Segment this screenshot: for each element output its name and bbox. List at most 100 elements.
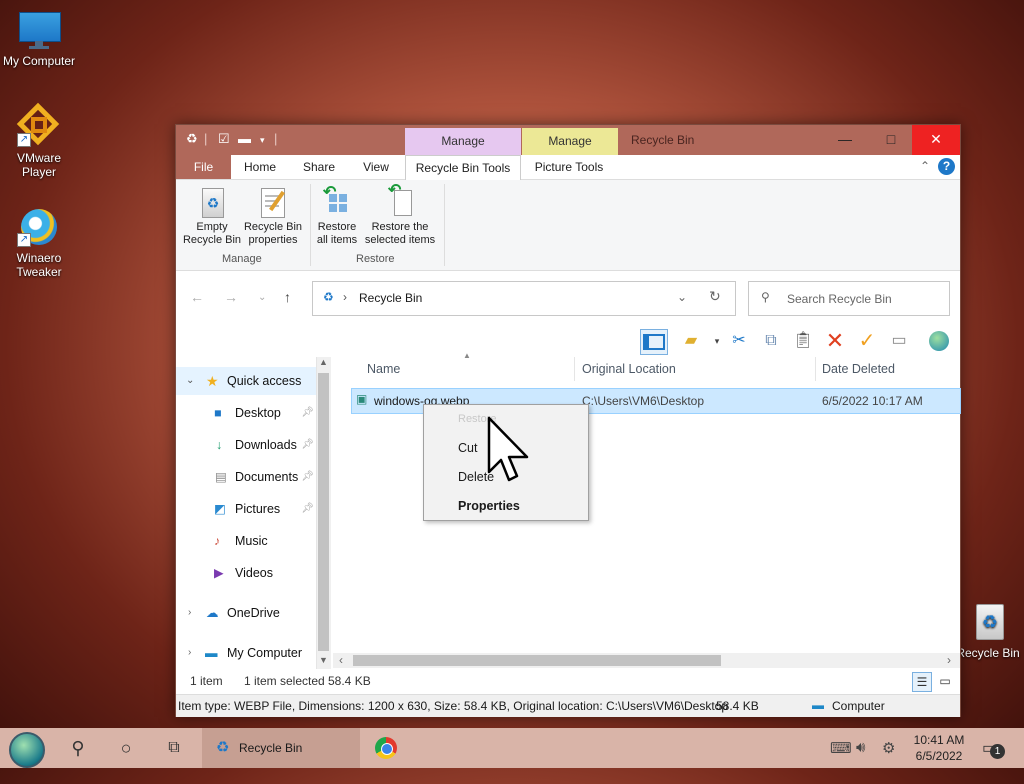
horizontal-scrollbar[interactable]: ‹ ›: [333, 653, 960, 668]
copy-icon[interactable]: ⧉: [758, 329, 784, 353]
tab-recycle-bin-tools[interactable]: Recycle Bin Tools: [405, 155, 521, 181]
maximize-button[interactable]: □: [868, 125, 914, 155]
address-dropdown-icon[interactable]: ⌄: [677, 290, 687, 304]
nav-label: My Computer: [227, 646, 303, 660]
close-button[interactable]: ✕: [912, 125, 960, 155]
nav-label: Desktop: [235, 406, 281, 420]
nav-pictures[interactable]: ◩ Pictures 📌︎: [176, 495, 316, 523]
properties-check-icon[interactable]: ☑: [218, 131, 230, 147]
pin-icon[interactable]: 📌︎: [301, 495, 314, 523]
help-icon[interactable]: ?: [938, 158, 955, 175]
up-arrow-icon[interactable]: ↑: [284, 289, 291, 305]
scroll-down-icon[interactable]: ▼: [319, 655, 328, 665]
details-bar: Item type: WEBP File, Dimensions: 1200 x…: [176, 694, 960, 717]
refresh-icon[interactable]: ↻: [709, 288, 721, 305]
hscroll-thumb[interactable]: [353, 655, 721, 666]
command-toolbar: ▰ ▾ ✂ ⧉ 📋︎ ✕ ✓ ▭: [176, 325, 960, 357]
tab-file[interactable]: File: [176, 155, 231, 179]
folder-check-icon[interactable]: ▰: [678, 329, 704, 353]
restore-selected-items-button[interactable]: ↶ Restore the selected items: [364, 183, 436, 247]
details-view-icon[interactable]: ☰: [912, 672, 932, 692]
chrome-icon[interactable]: [368, 728, 404, 768]
nav-scroll-thumb[interactable]: [318, 373, 329, 651]
tab-home[interactable]: Home: [232, 155, 288, 179]
task-view-icon[interactable]: ⧉: [154, 728, 194, 768]
collapse-ribbon-icon[interactable]: ⌃: [920, 159, 930, 173]
address-bar[interactable]: ♻ › Recycle Bin ⌄ ↻: [312, 281, 736, 316]
globe-icon[interactable]: [926, 329, 952, 353]
notification-center-button[interactable]: ▭ 1: [980, 736, 1008, 760]
pin-icon[interactable]: 📌︎: [301, 431, 314, 459]
desktop-icon-my-computer[interactable]: My Computer: [1, 10, 77, 68]
nav-documents[interactable]: ▤ Documents 📌︎: [176, 463, 316, 491]
nav-quick-access[interactable]: ⌄ ★ Quick access: [176, 367, 316, 395]
cortana-circle-icon[interactable]: ○: [106, 728, 146, 768]
document-icon: ▤: [215, 470, 227, 484]
restore-all-items-button[interactable]: ↶ Restore all items: [314, 184, 360, 247]
nav-videos[interactable]: ▶ Videos: [176, 559, 316, 587]
tab-share[interactable]: Share: [290, 155, 348, 179]
rename-icon[interactable]: ▭: [886, 329, 912, 353]
context-tab-manage-picture[interactable]: Manage: [522, 128, 618, 155]
title-bar[interactable]: ♻ | ☑ ▬ ▾ | Manage Manage Recycle Bin — …: [176, 125, 960, 155]
recycle-bin-properties-button[interactable]: Recycle Bin properties: [242, 186, 304, 247]
start-button[interactable]: [4, 728, 50, 768]
menu-item-properties[interactable]: Properties: [458, 499, 520, 513]
network-icon[interactable]: ⌨︎: [830, 739, 852, 757]
preview-pane-icon: [643, 333, 665, 350]
empty-recycle-bin-button[interactable]: ♻ Empty Recycle Bin: [182, 186, 242, 247]
clock[interactable]: 10:41 AM 6/5/2022: [904, 732, 974, 764]
monitor-icon: ▬: [205, 646, 218, 660]
volume-icon[interactable]: 🔊︎: [856, 739, 865, 756]
column-header-name[interactable]: Name: [351, 357, 575, 381]
breadcrumb-chevron-icon[interactable]: ›: [343, 290, 347, 304]
qat-dropdown-icon[interactable]: ▾: [260, 135, 265, 146]
forward-arrow-icon[interactable]: →: [224, 289, 238, 305]
search-box[interactable]: ⚲ Search Recycle Bin: [748, 281, 950, 316]
search-placeholder: Search Recycle Bin: [787, 292, 892, 306]
cut-icon[interactable]: ✂: [726, 329, 752, 353]
checkmark-icon[interactable]: ✓: [854, 329, 880, 353]
recycle-bin-small-icon: ♻: [216, 739, 230, 756]
search-icon[interactable]: ⚲: [58, 728, 98, 768]
scroll-up-icon[interactable]: ▲: [319, 357, 328, 367]
menu-item-cut[interactable]: Cut: [458, 441, 477, 455]
collapse-chevron-icon[interactable]: ›: [188, 639, 191, 667]
column-header-date-deleted[interactable]: Date Deleted: [816, 357, 960, 381]
nav-desktop[interactable]: ■ Desktop 📌︎: [176, 399, 316, 427]
paste-icon[interactable]: 📋︎: [790, 329, 816, 353]
desktop-icon-winaero-tweaker[interactable]: ↗ Winaero Tweaker: [1, 207, 77, 279]
nav-downloads[interactable]: ↓ Downloads 📌︎: [176, 431, 316, 459]
column-header-original-location[interactable]: Original Location: [576, 357, 816, 381]
minimize-button[interactable]: —: [822, 125, 868, 155]
preview-pane-button[interactable]: [640, 329, 668, 355]
recent-locations-icon[interactable]: ⌄: [258, 292, 266, 303]
collapse-chevron-icon[interactable]: ›: [188, 599, 191, 627]
nav-scrollbar[interactable]: ▲ ▼: [316, 357, 331, 669]
expand-chevron-icon[interactable]: ⌄: [186, 367, 194, 395]
empty-label-2: Recycle Bin: [182, 234, 242, 246]
nav-onedrive[interactable]: › ☁ OneDrive: [176, 599, 316, 627]
delete-x-icon[interactable]: ✕: [822, 329, 848, 353]
pin-icon[interactable]: 📌︎: [301, 463, 314, 491]
download-arrow-icon: ↓: [216, 438, 223, 452]
back-arrow-icon[interactable]: ←: [190, 289, 204, 305]
new-folder-icon[interactable]: ▬: [238, 131, 251, 146]
props-label-1: Recycle Bin: [243, 221, 303, 233]
scroll-right-icon[interactable]: ›: [947, 653, 951, 667]
file-original-location: C:\Users\VM6\Desktop: [582, 394, 705, 408]
scroll-left-icon[interactable]: ‹: [339, 653, 343, 667]
group-label-manage: Manage: [222, 253, 262, 265]
restore-all-icon: ↶: [323, 184, 337, 202]
taskbar-app-recycle-bin[interactable]: ♻ Recycle Bin: [202, 728, 360, 768]
nav-music[interactable]: ♪ Music: [176, 527, 316, 555]
settings-gear-icon[interactable]: ⚙: [882, 739, 895, 757]
context-tab-manage-recycle[interactable]: Manage: [405, 128, 521, 155]
large-icons-view-icon[interactable]: ▭: [936, 672, 954, 690]
tab-view[interactable]: View: [350, 155, 402, 179]
tab-picture-tools[interactable]: Picture Tools: [522, 155, 616, 179]
nav-my-computer[interactable]: › ▬ My Computer: [176, 639, 316, 667]
desktop-icon-vmware-player[interactable]: ↗ VMware Player: [1, 102, 77, 179]
pin-icon[interactable]: 📌︎: [301, 399, 314, 427]
desktop-icon-recycle-bin[interactable]: ♻ Recycle Bin: [950, 602, 1024, 660]
